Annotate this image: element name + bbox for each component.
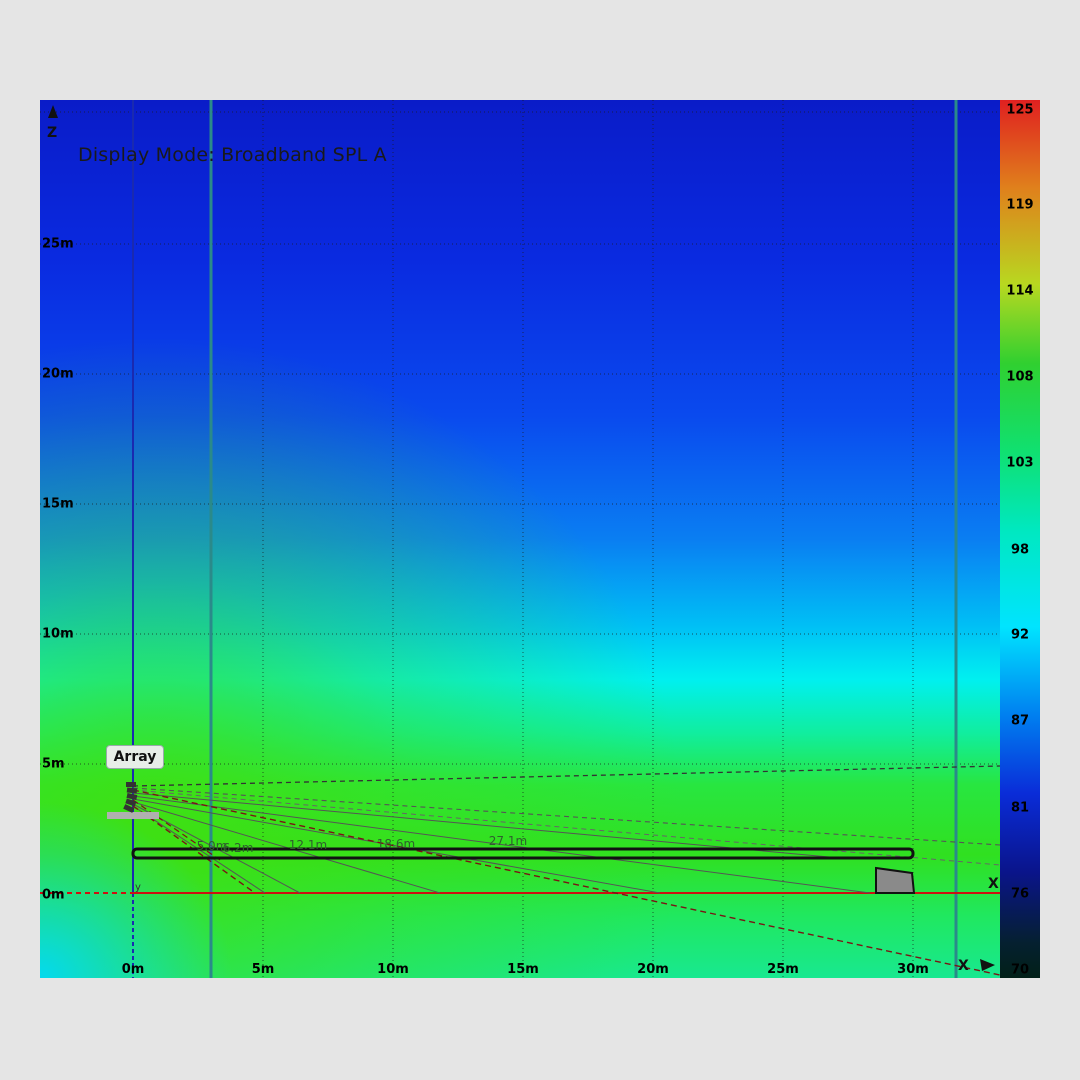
scale-label: 98 [1010,542,1030,558]
rigging-bar [107,812,159,819]
scale-label: 114 [1006,283,1034,299]
x-tick-10m: 10m [377,962,409,977]
z-tick-25m: 25m [42,236,74,252]
x-axis-letter-bottom: X [958,958,969,974]
scale-label: 108 [1006,369,1034,385]
x-axis-letter-ground: X [988,876,999,892]
x-tick-5m: 5m [251,962,275,977]
x-tick-25m: 25m [767,962,799,977]
z-axis-letter: Z [47,125,58,141]
color-scale: 125 119 114 108 103 98 92 87 81 76 70 [1000,100,1040,978]
scale-label: 70 [1010,962,1030,978]
z-tick-10m: 10m [42,626,74,642]
z-tick-15m: 15m [42,496,74,512]
display-mode-label: Display Mode: Broadband SPL A [78,144,387,166]
x-tick-15m: 15m [507,962,539,977]
stage-block[interactable] [875,866,916,894]
x-tick-0m: 0m [121,962,145,977]
x-tick-20m: 20m [637,962,669,977]
x-tick-30m: 30m [897,962,929,977]
spl-plot[interactable]: y Display Mode: Broadband SPL A Z X X 25… [40,100,1000,978]
scale-label: 125 [1006,102,1034,118]
scale-label: 76 [1010,886,1030,902]
svg-text:y: y [135,882,141,893]
distance-label: 18.6m [376,837,416,851]
array-label[interactable]: Array [106,745,164,769]
scale-label: 81 [1010,800,1030,816]
scale-label: 92 [1010,627,1030,643]
distance-label: 27.1m [488,834,528,848]
distance-label: 6.2m [222,841,254,855]
scale-label: 87 [1010,713,1030,729]
color-scale-bar [1000,100,1040,978]
z-tick-5m: 5m [42,756,65,772]
z-tick-20m: 20m [42,366,74,382]
scale-label: 119 [1006,197,1034,213]
distance-label: 12.1m [288,838,328,852]
z-tick-0m: 0m [42,887,65,903]
scale-label: 103 [1006,455,1034,471]
